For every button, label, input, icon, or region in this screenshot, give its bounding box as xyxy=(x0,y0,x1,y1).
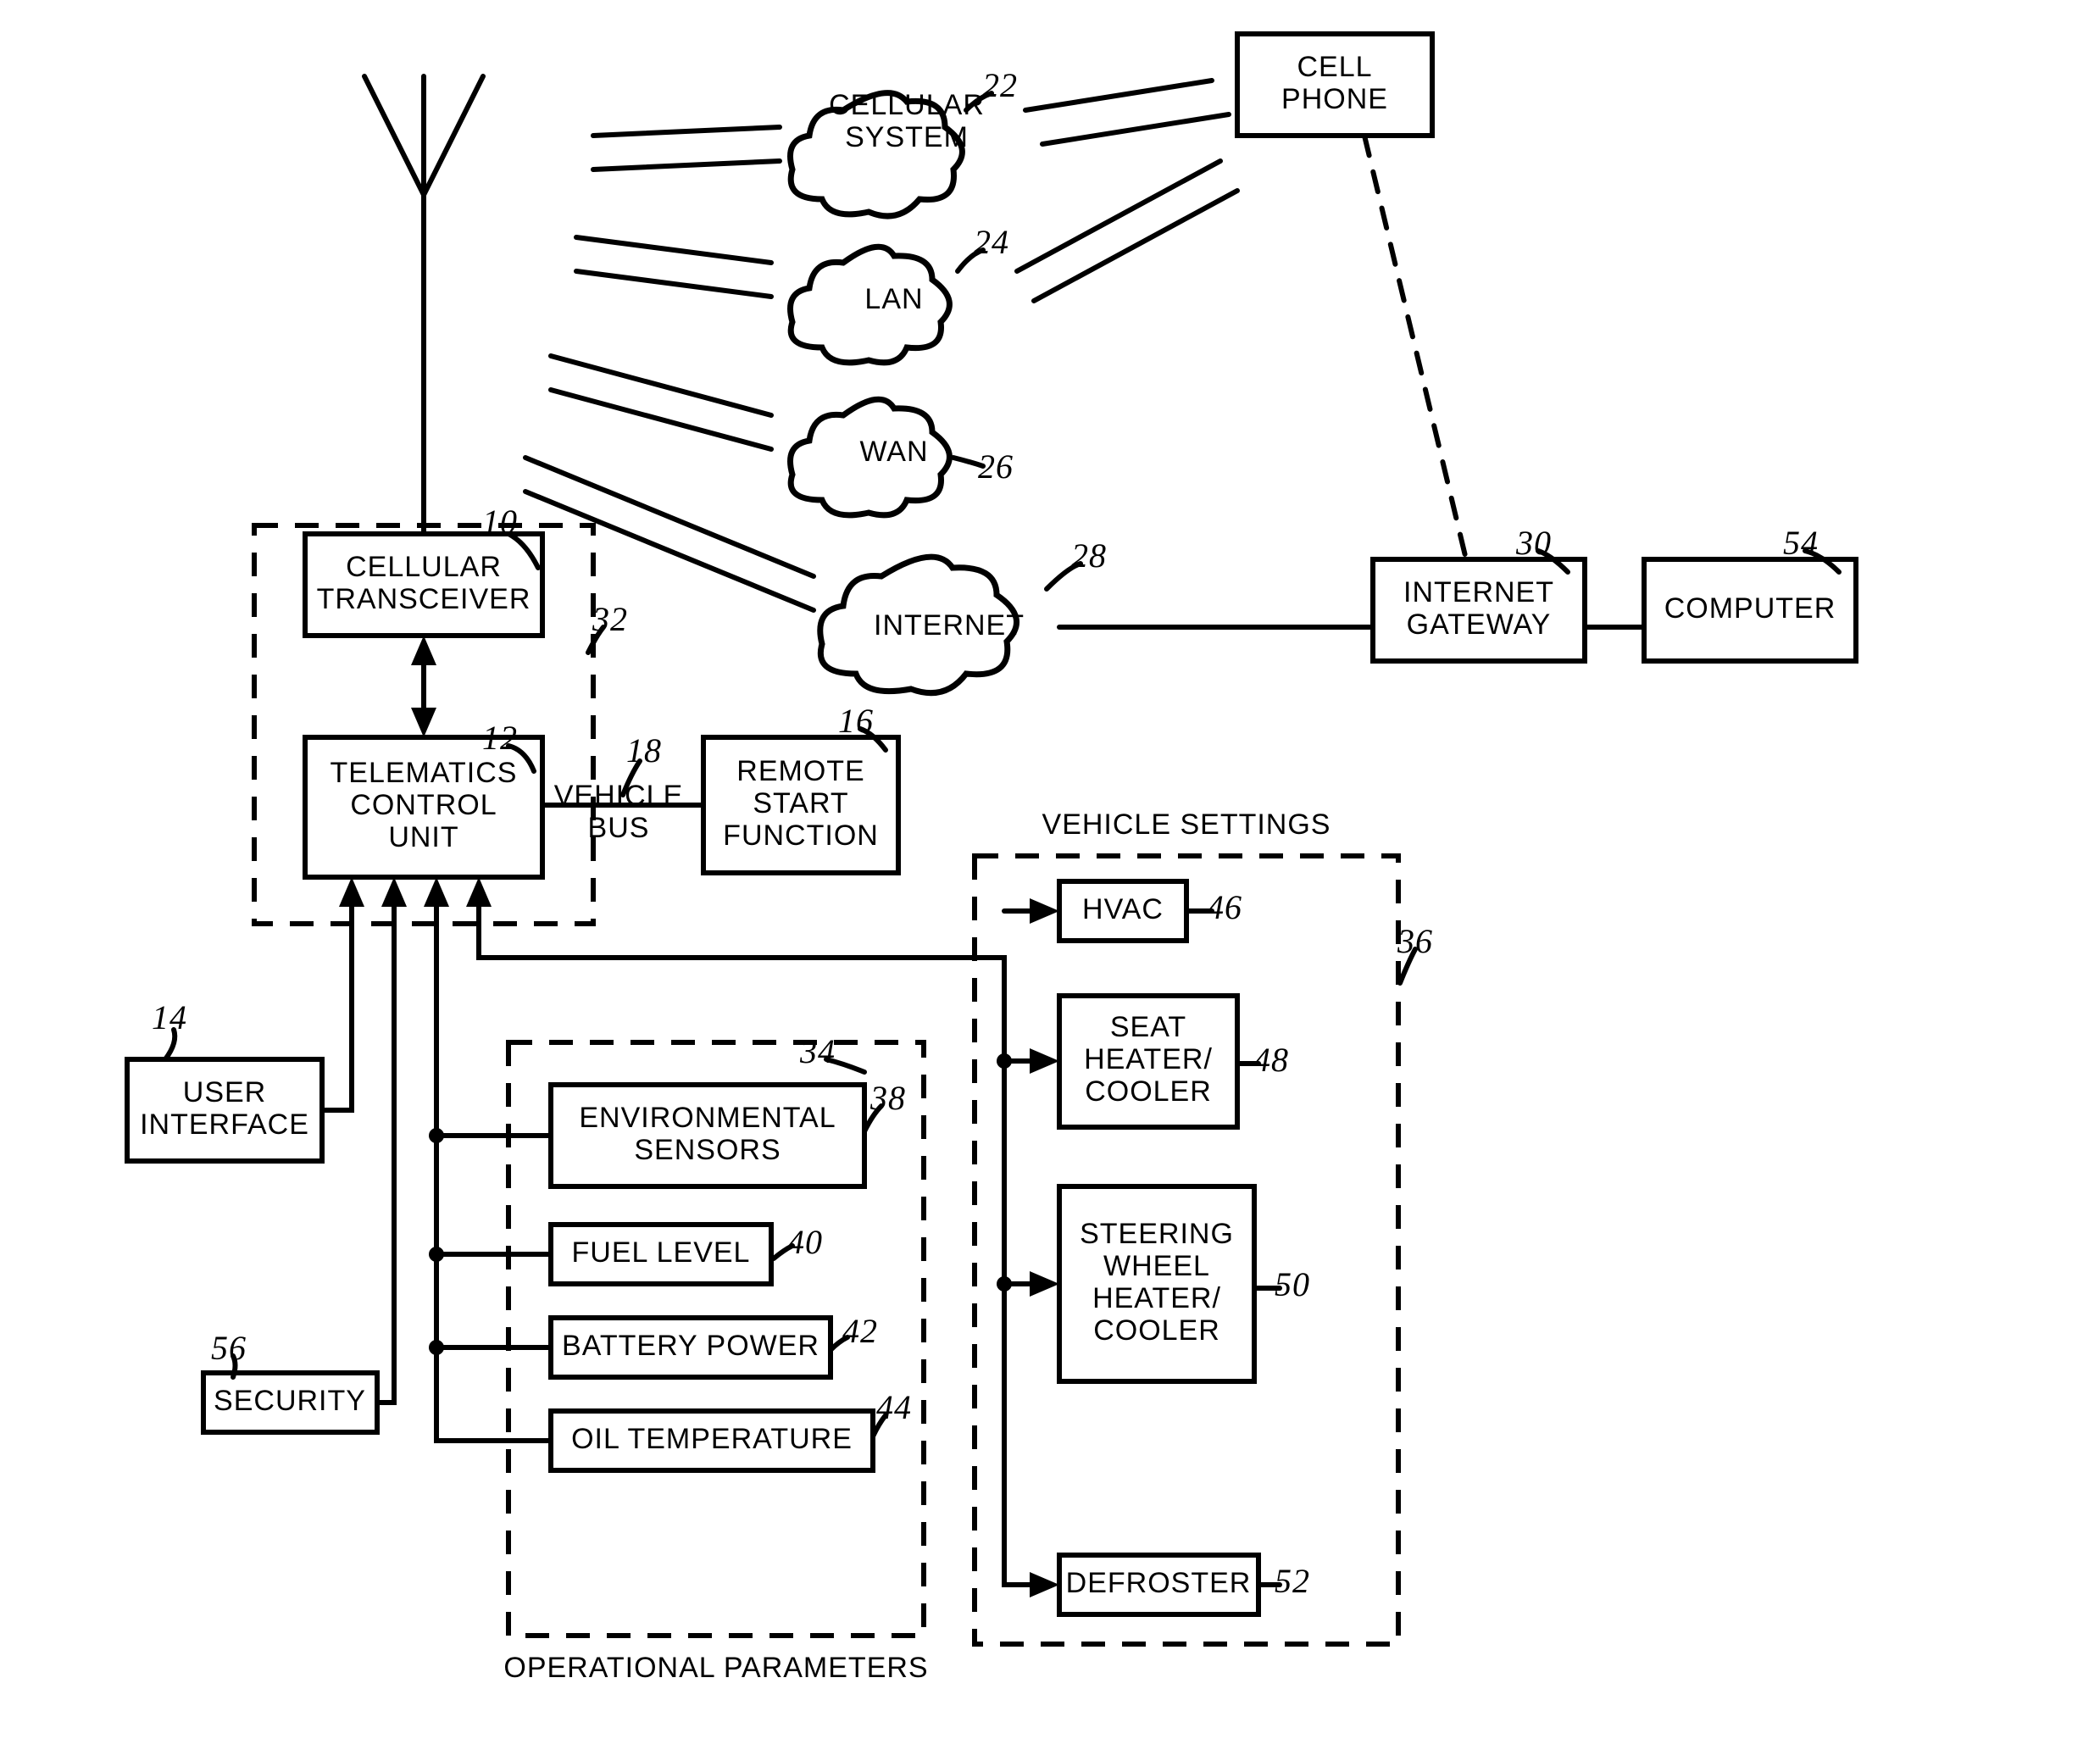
computer-label: COMPUTER xyxy=(1664,592,1836,625)
lan-label: LAN xyxy=(864,283,923,315)
oil-temp-label: OIL TEMPERATURE xyxy=(571,1423,853,1455)
transceiver-tcu-link xyxy=(411,636,436,737)
svg-text:48: 48 xyxy=(1253,1041,1289,1079)
internet-label: INTERNET xyxy=(874,609,1025,642)
svg-text:12: 12 xyxy=(482,719,518,757)
cellular-transceiver-label: CELLULARTRANSCEIVER xyxy=(317,551,531,615)
svg-text:52: 52 xyxy=(1275,1562,1310,1600)
battery-power-label: BATTERY POWER xyxy=(562,1330,819,1362)
svg-text:46: 46 xyxy=(1207,888,1242,926)
op-param-branches xyxy=(429,1128,551,1355)
svg-text:40: 40 xyxy=(787,1223,823,1261)
hvac-label: HVAC xyxy=(1082,893,1164,925)
steering-label: STEERINGWHEELHEATER/COOLER xyxy=(1080,1218,1234,1347)
antenna-icon xyxy=(364,76,483,534)
svg-text:56: 56 xyxy=(211,1329,247,1367)
svg-text:24: 24 xyxy=(974,223,1009,261)
fuel-level-label: FUEL LEVEL xyxy=(572,1236,751,1269)
vehicle-bus-label: VEHICLEBUS xyxy=(554,780,684,844)
op-params-caption: OPERATIONAL PARAMETERS xyxy=(503,1652,928,1684)
svg-text:50: 50 xyxy=(1275,1265,1310,1303)
cellphone-to-gateway-link xyxy=(1364,136,1466,559)
svg-text:14: 14 xyxy=(152,998,187,1036)
wan-cloud: WAN xyxy=(791,399,950,515)
security-label: SECURITY xyxy=(214,1385,366,1417)
svg-text:28: 28 xyxy=(1071,536,1107,575)
svg-text:34: 34 xyxy=(799,1032,836,1070)
vehicle-settings-caption: VEHICLE SETTINGS xyxy=(1042,808,1331,841)
lan-cloud: LAN xyxy=(791,247,950,363)
wan-label: WAN xyxy=(859,436,928,468)
svg-text:18: 18 xyxy=(626,731,662,769)
svg-text:22: 22 xyxy=(982,66,1018,104)
internet-gateway-label: INTERNETGATEWAY xyxy=(1403,576,1554,641)
cell-phone-label: CELLPHONE xyxy=(1281,51,1388,115)
cellular-system-cloud: CELLULARSYSTEM xyxy=(791,89,985,216)
cellular-system-label: CELLULARSYSTEM xyxy=(829,89,985,153)
cellphone-wireless-marks xyxy=(1017,81,1237,301)
defroster-label: DEFROSTER xyxy=(1066,1567,1252,1599)
internet-cloud: INTERNET xyxy=(820,557,1025,693)
wireless-marks xyxy=(525,127,814,610)
svg-text:42: 42 xyxy=(842,1312,878,1350)
